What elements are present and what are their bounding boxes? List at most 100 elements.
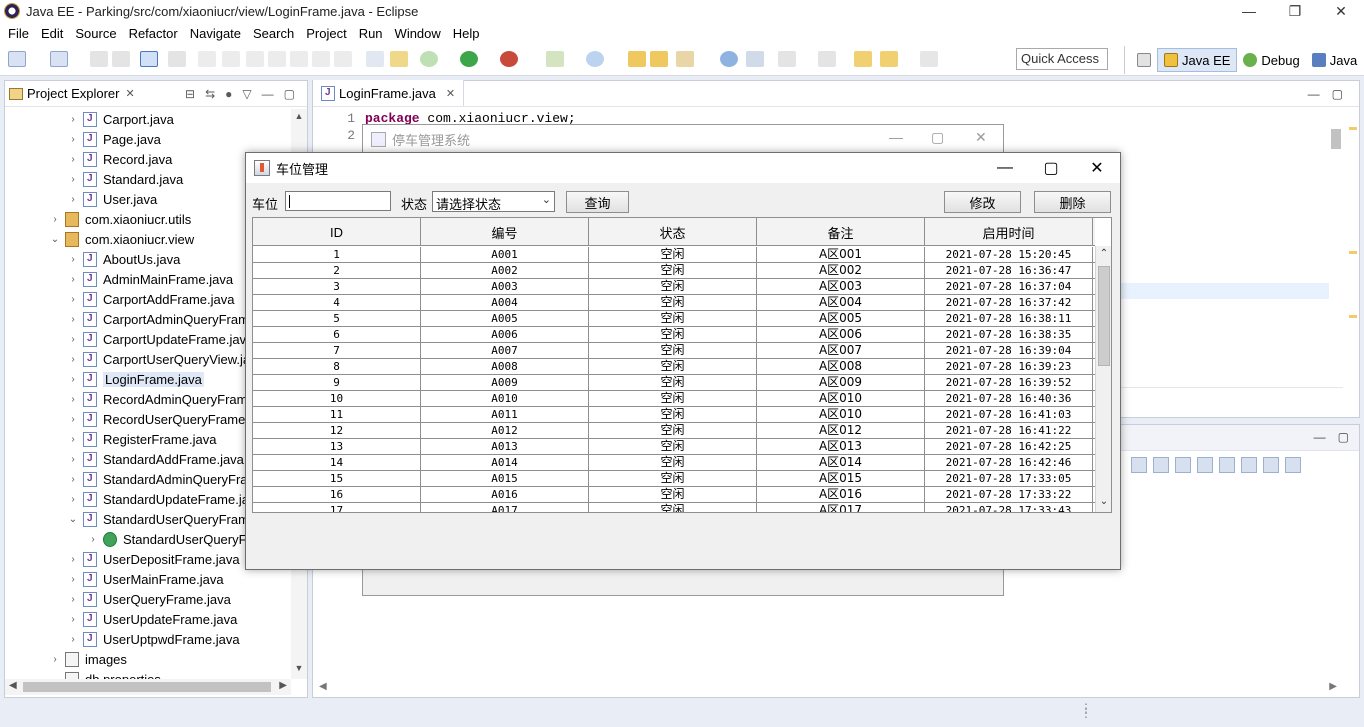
tree-item[interactable]: › CarportUserQueryView.java	[67, 349, 264, 369]
table-cell[interactable]: 空闲	[589, 343, 757, 358]
tree-item[interactable]: › UserUptpwdFrame.java	[67, 629, 240, 649]
chevron-right-icon[interactable]: ›	[67, 254, 79, 265]
table-cell[interactable]: A014	[421, 455, 589, 470]
table-vertical-scrollbar[interactable]: ⌃ ⌄	[1095, 246, 1111, 512]
table-cell[interactable]: 空闲	[589, 487, 757, 502]
remove-all-icon[interactable]	[1153, 457, 1169, 473]
table-cell[interactable]: 空闲	[589, 439, 757, 454]
show-on-output-icon[interactable]	[1219, 457, 1235, 473]
table-cell[interactable]: 2021-07-28 16:36:47	[925, 263, 1093, 278]
chevron-down-icon[interactable]: ⌄	[67, 514, 79, 525]
minimize-button[interactable]: —	[1226, 0, 1272, 22]
table-row[interactable]: 17 A017 空闲 A区017 2021-07-28 17:33:43	[253, 503, 1095, 512]
table-cell[interactable]: 空闲	[589, 423, 757, 438]
table-cell[interactable]: 3	[253, 279, 421, 294]
table-cell[interactable]: 2021-07-28 17:33:22	[925, 487, 1093, 502]
table-cell[interactable]: 2021-07-28 16:41:03	[925, 407, 1093, 422]
perspective-java-ee[interactable]: Java EE	[1157, 48, 1238, 72]
table-row[interactable]: 1 A001 空闲 A区001 2021-07-28 15:20:45	[253, 247, 1095, 263]
table-cell[interactable]: A区008	[757, 359, 925, 374]
column-header[interactable]: 状态	[589, 218, 757, 246]
previous-annotation-icon[interactable]	[818, 51, 836, 67]
table-row[interactable]: 2 A002 空闲 A区002 2021-07-28 16:36:47	[253, 263, 1095, 279]
table-cell[interactable]: 4	[253, 295, 421, 310]
maximize-button[interactable]: ▢	[1028, 153, 1074, 183]
tree-item[interactable]: › images	[49, 649, 127, 669]
table-cell[interactable]: 7	[253, 343, 421, 358]
scroll-left-icon[interactable]: ◀	[9, 680, 17, 691]
column-header[interactable]: 编号	[421, 218, 589, 246]
chevron-right-icon[interactable]: ›	[67, 434, 79, 445]
table-cell[interactable]: 空闲	[589, 327, 757, 342]
menu-project[interactable]: Project	[300, 26, 352, 41]
table-cell[interactable]: 16	[253, 487, 421, 502]
tree-item[interactable]: › Page.java	[67, 129, 161, 149]
chevron-right-icon[interactable]: ›	[67, 174, 79, 185]
menu-search[interactable]: Search	[247, 26, 300, 41]
scroll-up-icon[interactable]: ⌃	[1096, 248, 1111, 264]
table-row[interactable]: 10 A010 空闲 A区010 2021-07-28 16:40:36	[253, 391, 1095, 407]
explorer-horizontal-scrollbar[interactable]: ◀ ▶	[5, 679, 291, 695]
table-cell[interactable]: A区004	[757, 295, 925, 310]
table-cell[interactable]: 13	[253, 439, 421, 454]
bottom-horizontal-scrollbar[interactable]: ◀ ▶	[313, 681, 1343, 695]
table-row[interactable]: 8 A008 空闲 A区008 2021-07-28 16:39:23	[253, 359, 1095, 375]
warning-marker[interactable]	[1349, 251, 1357, 254]
close-view-icon[interactable]: ✕	[125, 87, 134, 100]
close-tab-icon[interactable]: ✕	[446, 87, 455, 100]
table-cell[interactable]: 2021-07-28 16:37:42	[925, 295, 1093, 310]
forward-icon[interactable]	[920, 51, 938, 67]
table-cell[interactable]: A区015	[757, 471, 925, 486]
close-button[interactable]: ✕	[1074, 153, 1120, 183]
tree-item[interactable]: ›RecordUserQueryFrame.java	[67, 409, 273, 429]
table-cell[interactable]: A009	[421, 375, 589, 390]
warning-marker[interactable]	[1349, 315, 1357, 318]
scroll-down-icon[interactable]: ⌄	[1096, 496, 1111, 512]
table-row[interactable]: 15 A015 空闲 A区015 2021-07-28 17:33:05	[253, 471, 1095, 487]
table-cell[interactable]: 2021-07-28 16:40:36	[925, 391, 1093, 406]
table-cell[interactable]: 空闲	[589, 407, 757, 422]
slot-input[interactable]	[285, 191, 391, 211]
table-cell[interactable]: A011	[421, 407, 589, 422]
chevron-right-icon[interactable]: ›	[67, 114, 79, 125]
chevron-right-icon[interactable]: ›	[67, 294, 79, 305]
table-cell[interactable]: A013	[421, 439, 589, 454]
chevron-right-icon[interactable]: ›	[67, 474, 79, 485]
debug-icon[interactable]	[420, 51, 438, 67]
display-console-icon[interactable]	[1263, 457, 1279, 473]
tree-item[interactable]: › CarportAddFrame.java	[67, 289, 235, 309]
table-cell[interactable]: A003	[421, 279, 589, 294]
table-cell[interactable]: 2021-07-28 16:42:46	[925, 455, 1093, 470]
table-cell[interactable]: 2021-07-28 16:39:23	[925, 359, 1093, 374]
warning-marker[interactable]	[1349, 127, 1357, 130]
table-cell[interactable]: 空闲	[589, 503, 757, 512]
scroll-left-icon[interactable]: ◀	[319, 681, 327, 692]
scroll-up-icon[interactable]: ▲	[291, 111, 307, 125]
chevron-right-icon[interactable]: ›	[67, 454, 79, 465]
tree-item[interactable]: › Record.java	[67, 149, 172, 169]
new-wizard-icon[interactable]	[50, 51, 68, 67]
perspective-java[interactable]: Java	[1306, 48, 1363, 72]
table-row[interactable]: 9 A009 空闲 A区009 2021-07-28 16:39:52	[253, 375, 1095, 391]
menu-navigate[interactable]: Navigate	[184, 26, 247, 41]
table-cell[interactable]: A001	[421, 247, 589, 262]
minimize-panel-icon[interactable]: —	[1314, 430, 1326, 444]
focus-icon[interactable]: ●	[225, 87, 232, 101]
table-cell[interactable]: 17	[253, 503, 421, 512]
tab-loginframe[interactable]: LoginFrame.java ✕	[313, 80, 465, 106]
table-cell[interactable]: A区013	[757, 439, 925, 454]
pin-console-icon[interactable]	[1241, 457, 1257, 473]
table-cell[interactable]: 2021-07-28 16:42:25	[925, 439, 1093, 454]
column-header[interactable]: 备注	[757, 218, 925, 246]
table-cell[interactable]: A区002	[757, 263, 925, 278]
run-icon[interactable]	[460, 51, 478, 67]
table-cell[interactable]: A006	[421, 327, 589, 342]
search-tool-icon[interactable]	[676, 51, 694, 67]
table-cell[interactable]: 空闲	[589, 391, 757, 406]
table-cell[interactable]: 空闲	[589, 247, 757, 262]
back-icon[interactable]	[880, 51, 898, 67]
edit-button[interactable]: 修改	[944, 191, 1021, 213]
table-row[interactable]: 13 A013 空闲 A区013 2021-07-28 16:42:25	[253, 439, 1095, 455]
maximize-editor-icon[interactable]: ▢	[1332, 87, 1343, 101]
table-scroll-thumb[interactable]	[1098, 266, 1110, 366]
